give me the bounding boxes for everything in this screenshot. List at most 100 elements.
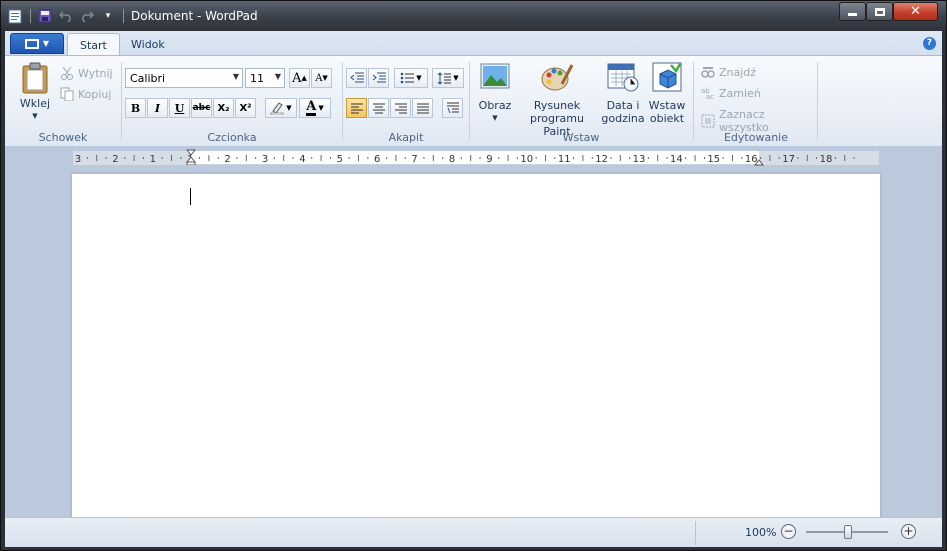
status-separator <box>695 521 696 545</box>
ruler-label: 1 <box>150 154 156 165</box>
scissors-icon <box>60 66 74 80</box>
date-time-button[interactable]: Data i godzina <box>601 62 645 125</box>
zoom-slider-thumb[interactable] <box>844 525 852 539</box>
document-canvas: 321123456789101112131415161718 <box>5 147 942 519</box>
copy-button[interactable]: Kopiuj <box>60 87 111 102</box>
cut-label: Wytnij <box>78 66 113 80</box>
bold-button[interactable]: B <box>125 98 146 118</box>
font-group: Calibri ▼ 11 ▼ A ▲ A ▼ B I U abc X₂ X² ▼ A… <box>123 58 341 146</box>
group-separator <box>469 62 470 140</box>
group-separator <box>817 62 818 140</box>
underline-button[interactable]: U <box>169 98 190 118</box>
undo-icon[interactable] <box>58 8 74 24</box>
grow-font-button[interactable]: A ▲ <box>289 68 310 88</box>
paragraph-settings-button[interactable] <box>442 98 463 118</box>
copy-icon <box>60 87 74 102</box>
zoom-level: 100% <box>745 526 777 539</box>
paint-drawing-button[interactable]: Rysunek programu Paint <box>515 62 599 138</box>
paste-button[interactable]: Wklej ▼ <box>15 62 55 123</box>
italic-label: I <box>154 101 161 115</box>
strikethrough-button[interactable]: abc <box>191 98 212 118</box>
right-indent-marker[interactable] <box>754 158 764 166</box>
insert-group: Obraz ▼ Rysunek programu Paint Data i go… <box>471 58 691 146</box>
line-spacing-icon <box>437 71 452 85</box>
font-size-value: 11 <box>250 72 264 85</box>
zoom-out-button[interactable]: − <box>781 524 796 539</box>
date-time-label-line2: godzina <box>601 112 645 125</box>
ruler-label: 2 <box>224 154 230 165</box>
increase-indent-button[interactable] <box>368 68 389 88</box>
highlight-color-button[interactable]: ▼ <box>265 98 297 118</box>
quick-access-toolbar: ▾ <box>7 7 130 25</box>
paint-palette-icon <box>541 64 574 91</box>
text-cursor <box>190 188 191 205</box>
replace-icon: ab ac <box>701 86 715 101</box>
justify-button[interactable] <box>412 98 433 118</box>
redo-icon[interactable] <box>79 8 95 24</box>
align-center-button[interactable] <box>368 98 389 118</box>
maximize-button[interactable] <box>866 2 893 21</box>
ruler[interactable]: 321123456789101112131415161718 <box>73 149 879 166</box>
minimize-button[interactable] <box>839 2 866 21</box>
find-button[interactable]: Znajdź <box>701 65 756 79</box>
editing-group-label: Edytowanie <box>723 131 789 144</box>
zoom-in-button[interactable]: + <box>901 524 916 539</box>
wordpad-app-icon[interactable] <box>7 8 23 24</box>
close-button[interactable]: ✕ <box>893 2 938 21</box>
tab-widok[interactable]: Widok <box>119 33 177 56</box>
align-right-icon <box>394 103 407 113</box>
insert-picture-button[interactable]: Obraz ▼ <box>477 62 513 125</box>
shrink-font-button[interactable]: A ▼ <box>311 68 332 88</box>
line-spacing-button[interactable]: ▼ <box>432 68 464 88</box>
font-family-select[interactable]: Calibri ▼ <box>125 68 243 88</box>
superscript-button[interactable]: X² <box>235 98 256 118</box>
decrease-indent-button[interactable] <box>346 68 367 88</box>
replace-button[interactable]: ab ac Zamień <box>701 86 761 102</box>
chevron-down-icon: ▼ <box>286 104 292 112</box>
ruler-label: 11 <box>558 154 571 165</box>
insert-object-button[interactable]: Wstaw obiekt <box>647 62 687 125</box>
editing-group: Znajdź ab ac Zamień Zaznacz wszystko Edyt… <box>695 58 817 146</box>
ribbon: Wklej ▼ Wytnij Kopiuj Schowek Calibri ▼ … <box>5 55 942 147</box>
plus-icon: + <box>903 524 914 538</box>
highlighter-icon <box>270 102 284 115</box>
tab-start[interactable]: Start <box>67 33 120 56</box>
italic-button[interactable]: I <box>147 98 168 118</box>
minus-icon: − <box>783 524 794 538</box>
paragraph-icon <box>446 102 459 114</box>
find-label: Znajdź <box>719 65 757 79</box>
clipboard-group: Wklej ▼ Wytnij Kopiuj Schowek <box>5 58 121 146</box>
replace-label: Zamień <box>719 86 761 100</box>
paste-label: Wklej <box>19 97 51 110</box>
select-all-icon <box>701 114 715 128</box>
toolbar-separator <box>30 9 31 23</box>
ruler-label: 13 <box>633 154 646 165</box>
save-icon[interactable] <box>37 8 53 24</box>
bullet-list-button[interactable]: ▼ <box>394 68 428 88</box>
subscript-button[interactable]: X₂ <box>213 98 234 118</box>
status-bar: 100% − + <box>5 517 942 547</box>
app-menu-icon <box>24 38 39 49</box>
decrease-indent-icon <box>349 72 364 83</box>
zoom-slider[interactable] <box>806 525 888 539</box>
cut-button[interactable]: Wytnij <box>60 66 113 80</box>
align-right-button[interactable] <box>390 98 411 118</box>
ruler-label: 6 <box>374 154 380 165</box>
chevron-down-icon: ▼ <box>32 112 38 120</box>
maximize-icon <box>874 7 885 16</box>
font-size-select[interactable]: 11 ▼ <box>245 68 285 88</box>
align-left-button[interactable] <box>346 98 367 118</box>
help-icon[interactable]: ? <box>923 37 936 50</box>
customize-dropdown-icon[interactable]: ▾ <box>100 8 116 24</box>
close-icon: ✕ <box>910 4 921 19</box>
application-menu-button[interactable]: ▼ <box>10 33 64 54</box>
insert-picture-label: Obraz <box>478 99 512 112</box>
calendar-clock-icon <box>607 63 639 92</box>
subscript-label: X₂ <box>217 102 230 114</box>
first-line-indent-marker[interactable] <box>186 149 196 165</box>
align-center-icon <box>372 103 385 113</box>
font-group-label: Czcionka <box>207 131 257 144</box>
title-bar: ▾ Dokument - WordPad ✕ <box>1 1 946 31</box>
document-page[interactable] <box>72 174 880 519</box>
text-color-button[interactable]: A ▼ <box>299 98 331 118</box>
